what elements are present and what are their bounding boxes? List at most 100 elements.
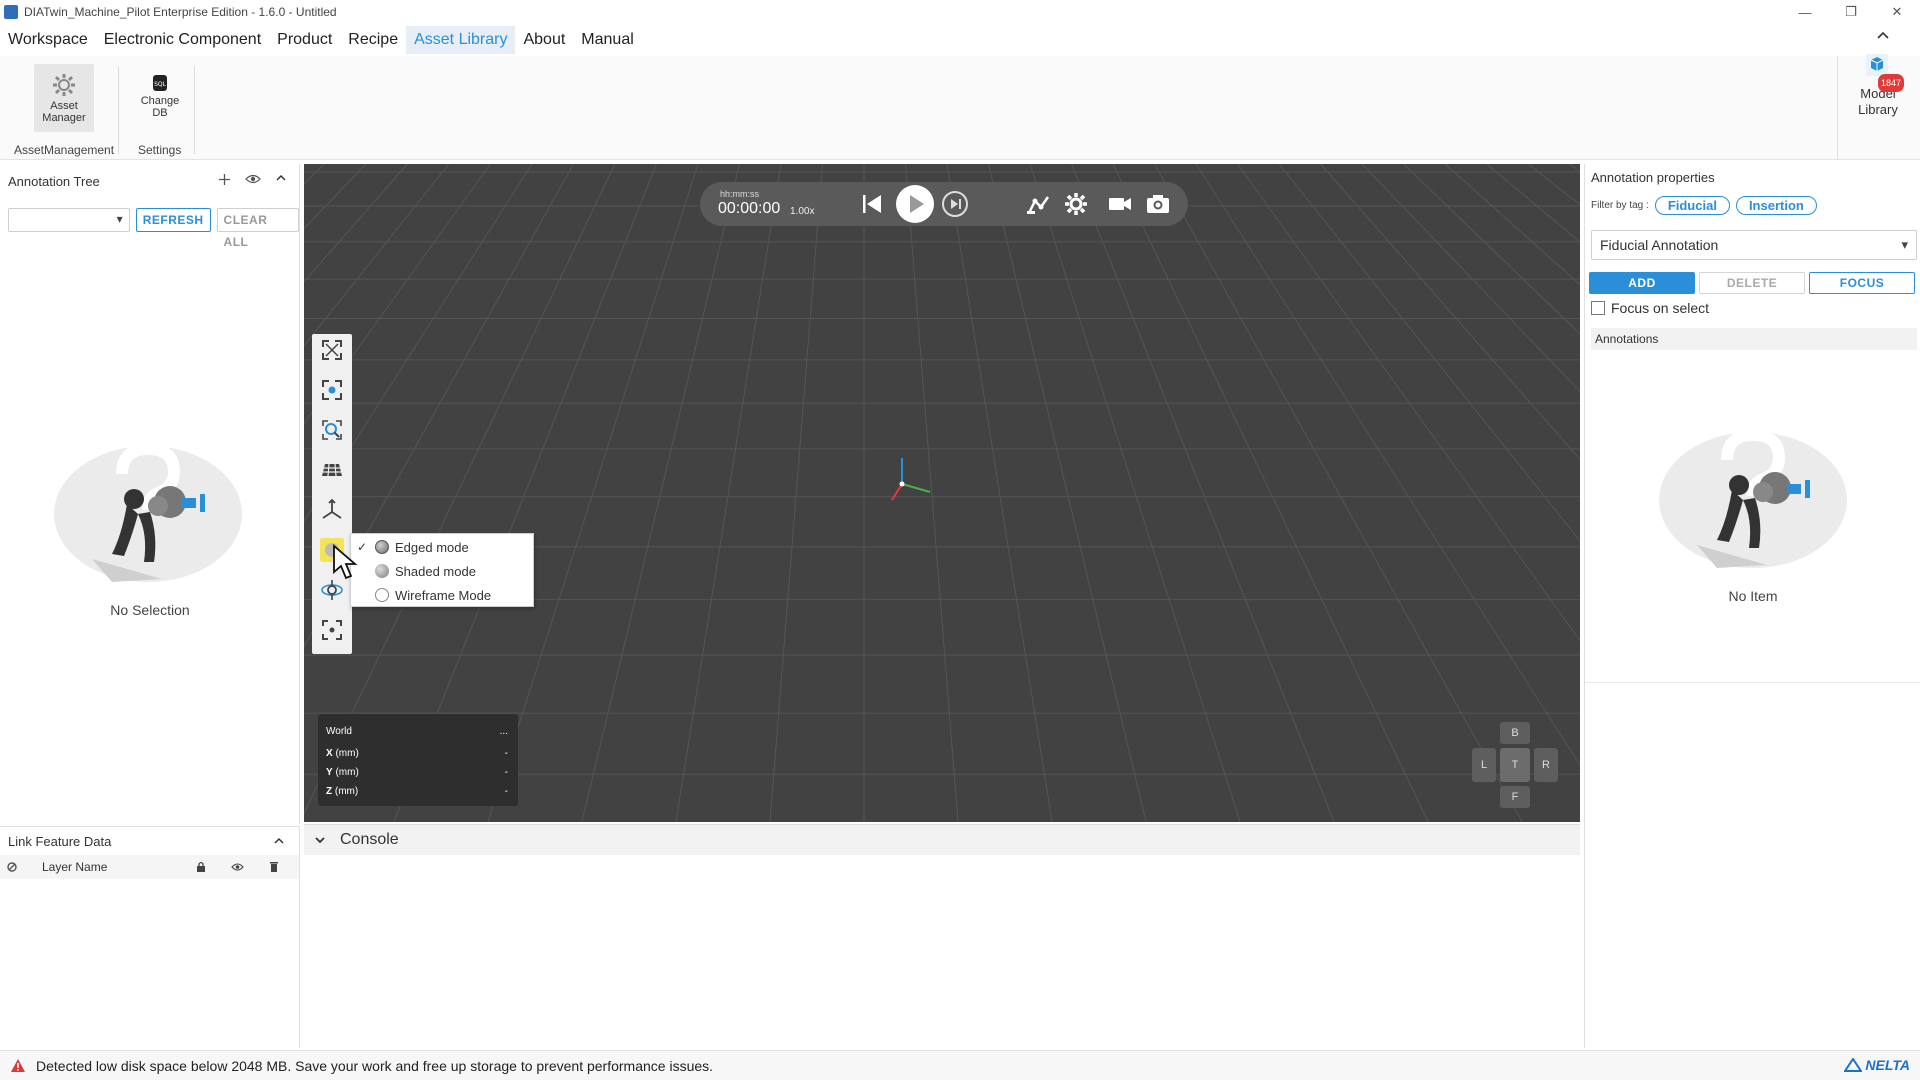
minimize-button[interactable]: — bbox=[1782, 0, 1828, 24]
view-top-button[interactable]: T bbox=[1500, 748, 1530, 782]
more-options-icon[interactable]: ... bbox=[500, 726, 508, 737]
grid-toggle-icon[interactable] bbox=[320, 458, 344, 482]
maximize-button[interactable]: ❐ bbox=[1828, 0, 1874, 24]
empty-state-illustration bbox=[52, 444, 244, 584]
layer-name-column-header[interactable]: Layer Name bbox=[42, 860, 107, 874]
play-button[interactable] bbox=[895, 184, 935, 224]
add-icon[interactable] bbox=[218, 173, 231, 186]
shaded-mode-option[interactable]: Shaded mode bbox=[357, 560, 527, 582]
tag-filter: Filter by tag : Fiducial Insertion bbox=[1591, 196, 1817, 215]
annotation-properties-title: Annotation properties bbox=[1591, 170, 1715, 185]
axis-gizmo bbox=[891, 458, 931, 501]
video-camera-icon[interactable] bbox=[1108, 194, 1132, 214]
eye-icon[interactable] bbox=[245, 173, 261, 186]
edged-mode-option[interactable]: ✓ Edged mode bbox=[357, 536, 527, 558]
annotation-filter-dropdown[interactable] bbox=[8, 208, 130, 232]
view-front-button[interactable]: F bbox=[1500, 786, 1530, 808]
eye-icon[interactable] bbox=[231, 862, 244, 872]
menu-asset-library[interactable]: Asset Library bbox=[406, 26, 516, 54]
orbit-icon[interactable] bbox=[320, 578, 344, 602]
view-toolbar bbox=[312, 334, 352, 654]
title-bar: DIATwin_Machine_Pilot Enterprise Edition… bbox=[0, 0, 1920, 24]
time-format-label: hh:mm:ss bbox=[720, 189, 760, 199]
checkbox[interactable] bbox=[1591, 301, 1605, 315]
view-right-button[interactable]: R bbox=[1534, 748, 1558, 782]
menu-electronic-component[interactable]: Electronic Component bbox=[96, 26, 269, 54]
chevron-down-icon[interactable] bbox=[314, 835, 326, 845]
delta-logo: NELTA bbox=[1844, 1057, 1910, 1073]
menu-product[interactable]: Product bbox=[269, 26, 340, 54]
chevron-up-icon[interactable] bbox=[275, 173, 287, 186]
model-library-button[interactable]: 1847 Model Library bbox=[1854, 52, 1905, 118]
refresh-button[interactable]: REFRESH bbox=[135, 208, 211, 232]
coordinate-frame[interactable]: World bbox=[326, 726, 352, 737]
tag-insertion[interactable]: Insertion bbox=[1735, 196, 1817, 215]
fit-all-icon[interactable] bbox=[320, 338, 344, 362]
annotation-type-select[interactable]: Fiducial Annotation bbox=[1591, 230, 1917, 260]
ribbon-separator bbox=[194, 66, 195, 154]
menu-manual[interactable]: Manual bbox=[573, 26, 641, 54]
annotation-tree-panel: Annotation Tree REFRESH CLEAR ALL bbox=[0, 164, 300, 824]
zoom-window-icon[interactable] bbox=[320, 418, 344, 442]
y-value: - bbox=[504, 767, 508, 778]
add-button[interactable]: ADD bbox=[1589, 272, 1695, 294]
clear-all-button[interactable]: CLEAR ALL bbox=[216, 208, 299, 249]
ribbon-separator bbox=[1837, 56, 1838, 160]
lock-icon[interactable] bbox=[196, 861, 206, 873]
delete-button[interactable]: DELETE bbox=[1699, 272, 1805, 294]
annotation-tree-header: Annotation Tree bbox=[0, 164, 299, 198]
x-value: - bbox=[504, 748, 508, 759]
view-left-button[interactable]: L bbox=[1472, 748, 1496, 782]
window-title: DIATwin_Machine_Pilot Enterprise Edition… bbox=[24, 5, 337, 19]
menu-about[interactable]: About bbox=[515, 26, 573, 54]
annotation-tree-controls: REFRESH CLEAR ALL bbox=[8, 208, 299, 249]
wireframe-mode-option[interactable]: Wireframe Mode bbox=[357, 584, 527, 606]
axis-orientation-icon[interactable] bbox=[320, 498, 344, 522]
console-panel: Console bbox=[304, 824, 1580, 1048]
coordinates-panel: World ... X (mm) - Y (mm) - Z (mm) - bbox=[318, 714, 518, 806]
asset-manager-button[interactable]: Asset Manager bbox=[34, 64, 94, 132]
focus-target-icon[interactable] bbox=[320, 618, 344, 642]
y-axis-label: Y bbox=[326, 767, 333, 778]
focus-on-select-label: Focus on select bbox=[1611, 300, 1710, 316]
playback-speed[interactable]: 1.00x bbox=[790, 206, 814, 217]
menu-workspace[interactable]: Workspace bbox=[0, 26, 96, 54]
console-header[interactable]: Console bbox=[304, 825, 1580, 855]
step-forward-icon[interactable] bbox=[942, 191, 968, 217]
close-button[interactable]: ✕ bbox=[1874, 0, 1920, 24]
status-bar: Detected low disk space below 2048 MB. S… bbox=[0, 1050, 1920, 1080]
change-db-button[interactable]: SQL Change DB bbox=[128, 74, 192, 134]
x-axis-label: X bbox=[326, 748, 333, 759]
camera-icon[interactable] bbox=[1146, 193, 1170, 215]
view-cube: B L T R F bbox=[1470, 722, 1560, 812]
menu-recipe[interactable]: Recipe bbox=[340, 26, 406, 54]
annotation-actions: ADD DELETE FOCUS bbox=[1589, 272, 1915, 294]
gear-icon[interactable] bbox=[1064, 192, 1088, 216]
annotation-properties-panel: Annotation properties Filter by tag : Fi… bbox=[1584, 164, 1920, 1048]
no-item-text: No Item bbox=[1728, 588, 1778, 604]
mouse-cursor-icon bbox=[333, 544, 358, 580]
focus-button[interactable]: FOCUS bbox=[1809, 272, 1915, 294]
robot-arm-icon[interactable] bbox=[1026, 193, 1052, 215]
status-message: Detected low disk space below 2048 MB. S… bbox=[36, 1057, 714, 1074]
link-feature-data-header: Link Feature Data bbox=[0, 827, 299, 855]
edged-mode-label: Edged mode bbox=[395, 539, 469, 555]
console-title: Console bbox=[340, 831, 399, 848]
focus-on-select-checkbox[interactable]: Focus on select bbox=[1591, 300, 1709, 316]
chevron-up-icon[interactable] bbox=[273, 836, 285, 846]
ribbon-separator bbox=[118, 66, 119, 154]
chevron-up-icon[interactable] bbox=[1876, 30, 1890, 40]
tag-fiducial[interactable]: Fiducial bbox=[1654, 196, 1730, 215]
link-icon bbox=[6, 861, 18, 873]
view-back-button[interactable]: B bbox=[1500, 722, 1530, 744]
wireframe-mode-icon bbox=[375, 588, 389, 602]
svg-text:SQL: SQL bbox=[154, 81, 167, 88]
app-icon bbox=[4, 5, 18, 19]
fit-selection-icon[interactable] bbox=[320, 378, 344, 402]
layer-table-header: Layer Name bbox=[0, 855, 299, 879]
group-label-settings: Settings bbox=[138, 143, 182, 157]
trash-icon[interactable] bbox=[269, 861, 279, 873]
3d-viewport[interactable]: hh:mm:ss 00:00:00 1.00x World ... X (mm)… bbox=[304, 164, 1580, 822]
skip-back-icon[interactable] bbox=[860, 192, 884, 216]
playback-bar: hh:mm:ss 00:00:00 1.00x bbox=[700, 182, 1188, 226]
